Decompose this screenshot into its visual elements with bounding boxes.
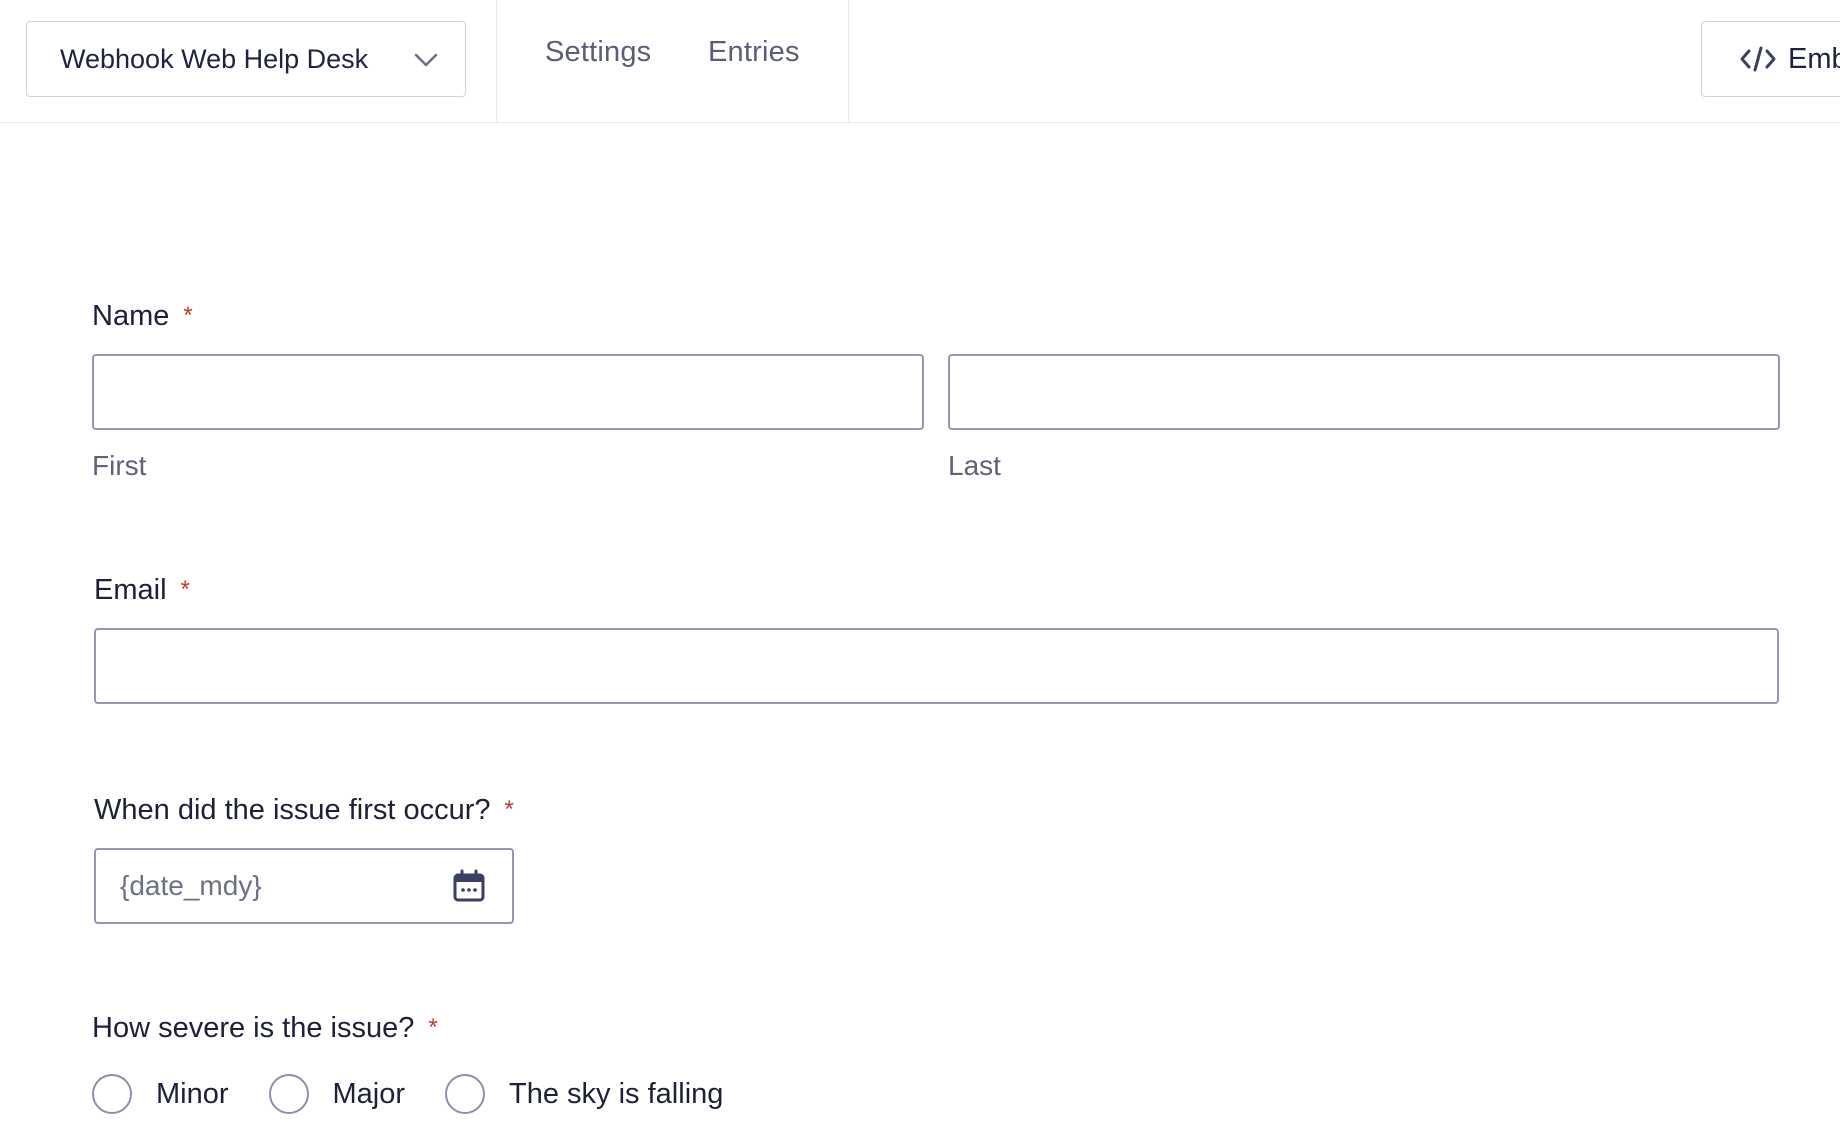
radio-button[interactable] — [268, 1074, 309, 1114]
severity-option-major[interactable]: Major — [268, 1074, 406, 1114]
radio-label: Major — [332, 1077, 406, 1110]
last-name-sublabel: Last — [948, 450, 1001, 481]
radio-button[interactable] — [445, 1074, 486, 1114]
date-input[interactable] — [96, 850, 436, 922]
last-name-input[interactable] — [948, 354, 1780, 430]
name-field-label: Name * — [92, 300, 193, 333]
tab-entries[interactable]: Entries — [708, 36, 800, 69]
form-selector-dropdown[interactable]: Webhook Web Help Desk — [26, 21, 466, 97]
date-field-label: When did the issue first occur? * — [94, 794, 514, 827]
severity-field-label: How severe is the issue? * — [92, 1012, 438, 1045]
radio-label: The sky is falling — [509, 1077, 724, 1110]
form-selector-value: Webhook Web Help Desk — [60, 43, 369, 74]
severity-label-text: How severe is the issue? — [92, 1012, 415, 1044]
date-label-text: When did the issue first occur? — [94, 794, 491, 826]
required-asterisk: * — [428, 1014, 438, 1041]
required-asterisk: * — [183, 302, 193, 329]
severity-option-minor[interactable]: Minor — [92, 1074, 229, 1114]
top-toolbar: Webhook Web Help Desk Settings Entries E… — [0, 0, 1840, 123]
toolbar-divider — [496, 0, 497, 123]
severity-option-sky-falling[interactable]: The sky is falling — [445, 1074, 723, 1114]
toolbar-divider — [848, 0, 849, 123]
severity-radio-group: Minor Major The sky is falling — [92, 1074, 763, 1114]
date-picker[interactable] — [94, 848, 514, 924]
required-asterisk: * — [180, 576, 190, 603]
chevron-down-icon — [414, 53, 438, 67]
radio-button[interactable] — [92, 1074, 132, 1114]
name-label-text: Name — [92, 300, 170, 332]
radio-label: Minor — [156, 1077, 229, 1110]
required-asterisk: * — [504, 796, 514, 823]
calendar-icon[interactable] — [452, 869, 486, 903]
first-name-sublabel: First — [92, 450, 147, 481]
first-name-input[interactable] — [92, 354, 924, 430]
embed-button[interactable]: Embed — [1701, 21, 1840, 97]
code-icon — [1740, 46, 1776, 72]
tab-settings[interactable]: Settings — [545, 36, 651, 69]
email-label-text: Email — [94, 574, 167, 606]
email-input[interactable] — [94, 628, 1779, 704]
email-field-label: Email * — [94, 574, 190, 607]
embed-button-label: Embed — [1788, 42, 1840, 75]
